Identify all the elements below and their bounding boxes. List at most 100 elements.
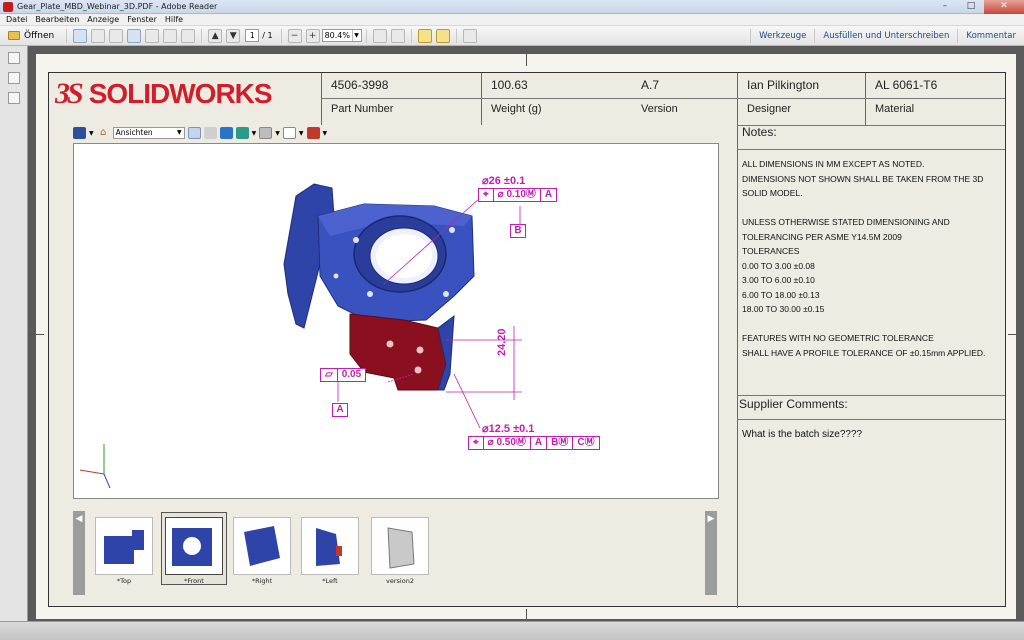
menu-anzeige[interactable]: Anzeige bbox=[87, 15, 119, 24]
thumbnail-label: *Left bbox=[322, 577, 338, 585]
designer-value: Ian Pilkington bbox=[747, 78, 820, 92]
datum-a-label[interactable]: A bbox=[332, 403, 348, 417]
diameter-dimension[interactable]: ⌀26 ±0.1 bbox=[482, 174, 525, 187]
close-button[interactable]: ✕ bbox=[984, 0, 1024, 14]
thumbnail-label: *Top bbox=[116, 577, 132, 585]
next-page-icon[interactable]: ▼ bbox=[226, 28, 241, 43]
position-symbol: ⌖ bbox=[469, 437, 484, 449]
note-line: 6.00 TO 18.00 ±0.13 bbox=[742, 289, 820, 300]
thumbnail-top[interactable] bbox=[95, 517, 153, 575]
attachments-icon[interactable] bbox=[7, 72, 20, 84]
cloud-upload-icon[interactable] bbox=[127, 28, 142, 43]
open-button[interactable]: Öffnen bbox=[0, 31, 62, 41]
grid-line bbox=[737, 419, 1005, 420]
chevron-down-icon[interactable]: ▼ bbox=[299, 130, 304, 137]
flatness-symbol: ▱ bbox=[321, 369, 338, 381]
note-spacer bbox=[742, 201, 1002, 216]
cross-section-icon[interactable] bbox=[306, 127, 320, 139]
print-icon[interactable] bbox=[163, 28, 178, 43]
hole-diameter-dimension[interactable]: ⌀12.5 ±0.1 bbox=[482, 422, 534, 435]
highlight-icon[interactable] bbox=[435, 28, 450, 43]
thumbnail-version2[interactable] bbox=[371, 517, 429, 575]
zoom-select[interactable]: 80.4% ▼ bbox=[321, 29, 362, 42]
menu-datei[interactable]: Datei bbox=[6, 15, 27, 24]
home-icon[interactable]: ⌂ bbox=[97, 127, 110, 139]
toolbar-separator bbox=[280, 28, 282, 43]
supplier-comment-field[interactable]: What is the batch size???? bbox=[742, 429, 862, 440]
hole-position-tolerance-frame[interactable]: ⌖ ⌀ 0.50Ⓜ A BⓂ CⓂ bbox=[468, 436, 600, 450]
thumbnail-right[interactable] bbox=[233, 517, 291, 575]
datum-b-label[interactable]: B bbox=[510, 224, 526, 238]
datum-ref: CⓂ bbox=[577, 437, 595, 448]
carousel-next-icon[interactable]: ▶ bbox=[705, 511, 717, 595]
rotate-tool-icon[interactable] bbox=[73, 127, 86, 139]
3d-toolbar: ▼ ⌂ Ansichten ▼ ▼ ▼ ▼ ▼ bbox=[73, 125, 373, 141]
views-select-value: Ansichten bbox=[115, 128, 153, 137]
grid-line bbox=[481, 73, 482, 125]
note-line: SOLID MODEL. bbox=[742, 188, 803, 198]
model-tree-icon[interactable] bbox=[7, 92, 20, 104]
model-tree-toggle-icon[interactable] bbox=[187, 127, 201, 139]
maximize-button[interactable]: □ bbox=[958, 0, 984, 14]
flatness-tolerance-frame[interactable]: ▱ 0.05 bbox=[320, 368, 367, 382]
logo-works-text: WORKS bbox=[169, 78, 272, 109]
adobe-reader-icon bbox=[3, 1, 13, 12]
chevron-down-icon[interactable]: ▼ bbox=[252, 130, 257, 137]
comment-link[interactable]: Kommentar bbox=[957, 28, 1024, 43]
status-bar bbox=[0, 621, 1024, 640]
thumbnail-front[interactable] bbox=[165, 517, 223, 575]
menu-fenster[interactable]: Fenster bbox=[127, 15, 157, 24]
drawing-frame: 3S SOLIDWORKS 4506-3998 Part Number 100.… bbox=[48, 72, 1006, 608]
background-color-icon[interactable] bbox=[282, 127, 296, 139]
combine-files-icon[interactable] bbox=[91, 28, 106, 43]
lighting-icon[interactable] bbox=[259, 127, 273, 139]
note-line: ALL DIMENSIONS IN MM EXCEPT AS NOTED. bbox=[742, 159, 925, 169]
projection-icon[interactable] bbox=[219, 127, 233, 139]
create-pdf-icon[interactable] bbox=[73, 28, 88, 43]
view-carousel: ◀ ▶ *Top *Front *Right *Left version2 bbox=[73, 507, 719, 597]
note-line: 3.00 TO 6.00 ±0.10 bbox=[742, 275, 815, 285]
carousel-prev-icon[interactable]: ◀ bbox=[73, 511, 85, 595]
save-icon[interactable] bbox=[145, 28, 160, 43]
previous-page-icon[interactable]: ▲ bbox=[208, 28, 223, 43]
minimize-button[interactable]: – bbox=[932, 0, 958, 14]
menu-bearbeiten[interactable]: Bearbeiten bbox=[35, 15, 79, 24]
grid-line bbox=[737, 149, 1005, 150]
expand-icon[interactable] bbox=[462, 28, 477, 43]
left-view-preview bbox=[316, 528, 342, 566]
page-number-input[interactable]: 1 bbox=[245, 29, 260, 42]
tools-link[interactable]: Werkzeuge bbox=[750, 28, 814, 43]
toolbar-separator bbox=[201, 28, 203, 43]
email-icon[interactable] bbox=[181, 28, 196, 43]
play-animation-icon[interactable] bbox=[203, 127, 217, 139]
open-label: Öffnen bbox=[24, 30, 55, 41]
position-symbol: ⌖ bbox=[479, 189, 494, 201]
render-mode-icon[interactable] bbox=[235, 127, 249, 139]
zoom-in-icon[interactable]: + bbox=[305, 28, 320, 43]
zoom-out-icon[interactable]: − bbox=[287, 28, 302, 43]
chevron-down-icon[interactable]: ▼ bbox=[323, 130, 328, 137]
flatness-value: 0.05 bbox=[341, 369, 362, 380]
fit-page-icon[interactable] bbox=[390, 28, 405, 43]
comment-icon[interactable] bbox=[417, 28, 432, 43]
edit-icon[interactable] bbox=[109, 28, 124, 43]
fit-width-icon[interactable] bbox=[372, 28, 387, 43]
views-select[interactable]: Ansichten ▼ bbox=[112, 127, 185, 139]
page-total: / 1 bbox=[262, 31, 273, 40]
position-tolerance-frame[interactable]: ⌖ ⌀ 0.10Ⓜ A bbox=[478, 188, 558, 202]
toolbar-separator bbox=[365, 28, 367, 43]
thumbnail-left[interactable] bbox=[301, 517, 359, 575]
tolerance-value: ⌀ 0.50Ⓜ bbox=[484, 437, 531, 449]
note-line: SHALL HAVE A PROFILE TOLERANCE OF ±0.15m… bbox=[742, 347, 986, 358]
fill-sign-link[interactable]: Ausfüllen und Unterschreiben bbox=[814, 28, 957, 43]
weight-label: Weight (g) bbox=[491, 103, 542, 115]
height-dimension[interactable]: 24.20 bbox=[496, 328, 508, 356]
chevron-down-icon[interactable]: ▼ bbox=[275, 130, 280, 137]
thumbnail-label: version2 bbox=[386, 577, 414, 585]
datum-ref: A bbox=[544, 189, 553, 200]
menu-hilfe[interactable]: Hilfe bbox=[165, 15, 183, 24]
pages-icon[interactable] bbox=[7, 52, 20, 64]
chevron-down-icon[interactable]: ▼ bbox=[89, 130, 94, 137]
designer-label: Designer bbox=[747, 103, 792, 115]
3d-viewport[interactable]: ⌀26 ±0.1 ⌖ ⌀ 0.10Ⓜ A B ▱ 0.05 A 24.20 ⌀1… bbox=[73, 143, 719, 499]
